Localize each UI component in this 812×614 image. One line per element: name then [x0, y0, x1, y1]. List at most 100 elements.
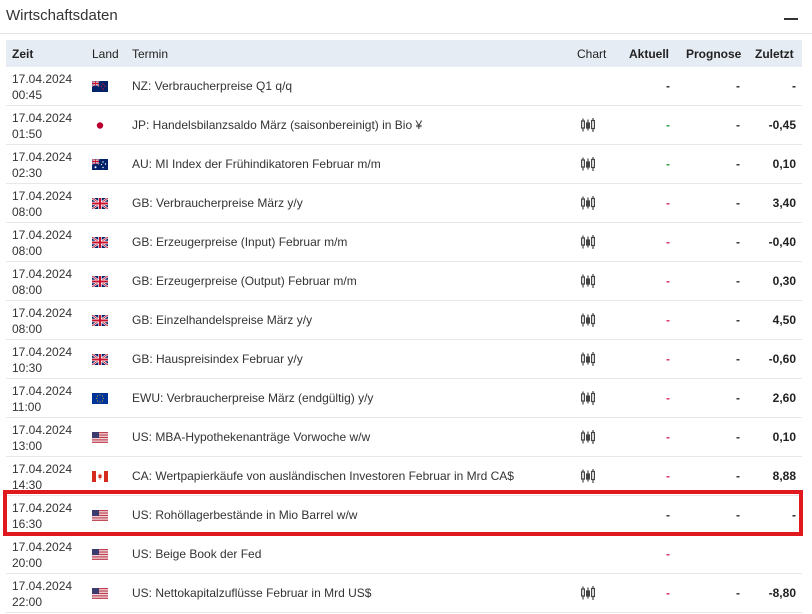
table-row[interactable]: 17.04.2024 22:00 US: Nettokapitalzuflüsse …	[6, 574, 802, 613]
row-time: 13:00	[12, 439, 43, 453]
event-term-link[interactable]: US: Beige Book der Fed	[132, 547, 261, 561]
widget-header: Wirtschaftsdaten	[0, 0, 812, 34]
event-term-link[interactable]: EWU: Verbraucherpreise März (endgültig) …	[132, 391, 373, 405]
table-row[interactable]: 17.04.2024 08:00 GB: Erzeugerpreise (Input…	[6, 223, 802, 262]
actual-value: -	[666, 547, 670, 561]
candlestick-chart-icon[interactable]	[580, 429, 596, 445]
actual-value: -	[666, 586, 670, 600]
table-row[interactable]: 17.04.2024 11:00 EWU: Verbraucherpreise Mä…	[6, 379, 802, 418]
candlestick-chart-icon[interactable]	[580, 117, 596, 133]
event-term-link[interactable]: GB: Einzelhandelspreise März y/y	[132, 313, 312, 327]
candlestick-chart-icon[interactable]	[580, 468, 596, 484]
previous-value: 0,30	[772, 274, 796, 288]
row-datetime: 17.04.2024 14:30	[12, 461, 72, 493]
row-time: 08:00	[12, 205, 43, 219]
event-term-link[interactable]: NZ: Verbraucherpreise Q1 q/q	[132, 79, 292, 93]
flag-gb-icon	[91, 353, 109, 366]
flag-ca-icon	[92, 471, 108, 482]
actual-value: -	[666, 391, 670, 405]
row-datetime: 17.04.2024 11:00	[12, 383, 72, 415]
event-term-link[interactable]: GB: Hauspreisindex Februar y/y	[132, 352, 303, 366]
table-row[interactable]: 17.04.2024 08:00 GB: Erzeugerpreise (Outpu…	[6, 262, 802, 301]
table-row[interactable]: 17.04.2024 16:30 US: Rohöllagerbestände in…	[6, 496, 802, 535]
table-row[interactable]: 17.04.2024 01:50 JP: Handelsbilanzsaldo Mä…	[6, 106, 802, 145]
candlestick-chart-icon[interactable]	[580, 312, 596, 328]
candlestick-chart-icon[interactable]	[580, 273, 596, 289]
flag-eu-icon	[92, 393, 108, 404]
actual-value: -	[666, 274, 670, 288]
candlestick-chart-icon[interactable]	[580, 351, 596, 367]
table-row[interactable]: 17.04.2024 13:00 US: MBA-Hypothekenanträge…	[6, 418, 802, 457]
row-datetime: 17.04.2024 08:00	[12, 266, 72, 298]
previous-value: 3,40	[772, 196, 796, 210]
actual-value: -	[666, 352, 670, 366]
row-time: 08:00	[12, 244, 43, 258]
actual-value: -	[666, 313, 670, 327]
flag-us-icon	[92, 432, 108, 443]
table-row[interactable]: 17.04.2024 20:00 US: Beige Book der Fed -	[6, 535, 802, 574]
table-row[interactable]: 17.04.2024 08:00 GB: Einzelhandelspreise M…	[6, 301, 802, 340]
row-datetime: 17.04.2024 01:50	[12, 110, 72, 142]
forecast-value: -	[736, 430, 740, 444]
forecast-value: -	[736, 79, 740, 93]
minus-icon[interactable]	[784, 18, 798, 20]
event-term-link[interactable]: US: Nettokapitalzuflüsse Februar in Mrd …	[132, 586, 371, 600]
row-date: 17.04.2024	[12, 579, 73, 593]
table-row[interactable]: 17.04.2024 00:45 NZ: Verbraucherpreise Q1 …	[6, 67, 802, 106]
header-forecast[interactable]: Prognose	[686, 47, 741, 61]
forecast-value: -	[736, 391, 740, 405]
event-term-link[interactable]: CA: Wertpapierkäufe von ausländischen In…	[132, 469, 514, 483]
actual-value: -	[666, 196, 670, 210]
candlestick-chart-icon[interactable]	[580, 585, 596, 601]
event-term-link[interactable]: GB: Erzeugerpreise (Input) Februar m/m	[132, 235, 347, 249]
flag-gb-icon	[91, 314, 109, 327]
actual-value: -	[666, 157, 670, 171]
candlestick-chart-icon[interactable]	[580, 234, 596, 250]
previous-value: 0,10	[772, 157, 796, 171]
table-row[interactable]: 17.04.2024 10:30 GB: Hauspreisindex Februa…	[6, 340, 802, 379]
event-term-link[interactable]: JP: Handelsbilanzsaldo März (saisonberei…	[132, 118, 422, 132]
previous-value: -8,80	[768, 586, 796, 600]
table-row[interactable]: 17.04.2024 02:30 AU: MI Index der Frühindi…	[6, 145, 802, 184]
event-term-link[interactable]: US: MBA-Hypothekenanträge Vorwoche w/w	[132, 430, 370, 444]
forecast-value: -	[736, 586, 740, 600]
previous-value: -	[792, 79, 796, 93]
event-term-link[interactable]: GB: Verbraucherpreise März y/y	[132, 196, 303, 210]
row-date: 17.04.2024	[12, 423, 73, 437]
flag-us-icon	[92, 588, 108, 599]
flag-jp-icon	[92, 120, 108, 131]
forecast-value: -	[736, 196, 740, 210]
row-time: 11:00	[12, 400, 42, 414]
forecast-value: -	[736, 352, 740, 366]
row-time: 08:00	[12, 322, 43, 336]
row-date: 17.04.2024	[12, 189, 73, 203]
actual-value: -	[666, 508, 670, 522]
candlestick-chart-icon[interactable]	[580, 195, 596, 211]
header-country[interactable]: Land	[92, 47, 119, 61]
table-row[interactable]: 17.04.2024 14:30 CA: Wertpapierkäufe von a…	[6, 457, 802, 496]
header-actual[interactable]: Aktuell	[629, 47, 669, 61]
forecast-value: -	[736, 235, 740, 249]
candlestick-chart-icon[interactable]	[580, 390, 596, 406]
row-date: 17.04.2024	[12, 462, 73, 476]
table-row[interactable]: 17.04.2024 08:00 GB: Verbraucherpreise Mär…	[6, 184, 802, 223]
forecast-value: -	[736, 469, 740, 483]
row-datetime: 17.04.2024 02:30	[12, 149, 72, 181]
row-datetime: 17.04.2024 22:00	[12, 578, 72, 610]
event-term-link[interactable]: GB: Erzeugerpreise (Output) Februar m/m	[132, 274, 357, 288]
row-date: 17.04.2024	[12, 228, 73, 242]
header-term[interactable]: Termin	[132, 47, 168, 61]
header-time[interactable]: Zeit	[12, 47, 33, 61]
row-datetime: 17.04.2024 08:00	[12, 227, 72, 259]
actual-value: -	[666, 430, 670, 444]
widget-title: Wirtschaftsdaten	[6, 7, 118, 24]
forecast-value: -	[736, 118, 740, 132]
previous-value: 4,50	[772, 313, 796, 327]
header-previous[interactable]: Zuletzt	[755, 47, 794, 61]
flag-gb-icon	[91, 197, 109, 210]
candlestick-chart-icon[interactable]	[580, 156, 596, 172]
row-date: 17.04.2024	[12, 150, 73, 164]
event-term-link[interactable]: AU: MI Index der Frühindikatoren Februar…	[132, 157, 381, 171]
event-term-link[interactable]: US: Rohöllagerbestände in Mio Barrel w/w	[132, 508, 357, 522]
flag-us-icon	[92, 510, 108, 521]
